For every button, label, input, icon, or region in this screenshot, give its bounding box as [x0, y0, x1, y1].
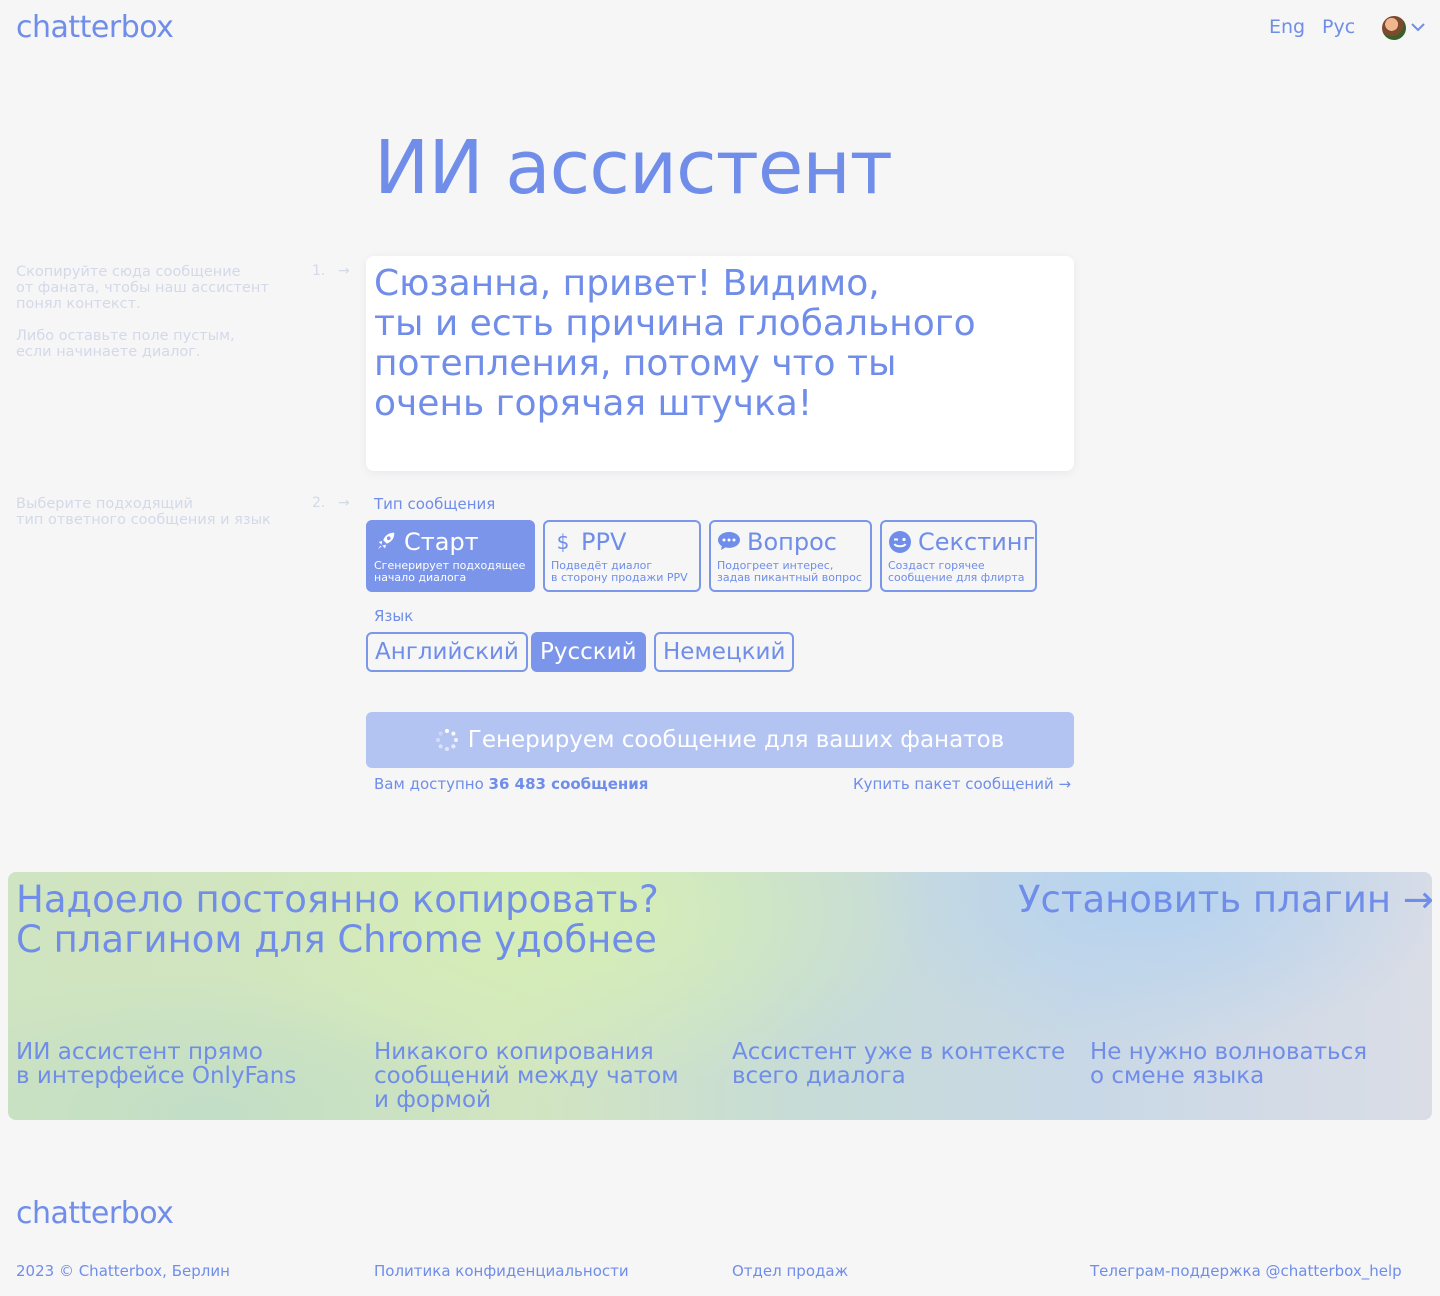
message-type-label: Тип сообщения: [374, 495, 496, 513]
type-start-button[interactable]: Старт Сгенерирует подходящее начало диал…: [366, 520, 535, 592]
banner-feature: Не нужно волноваться о смене языка: [1090, 1039, 1368, 1089]
footer-copyright: 2023 © Chatterbox, Берлин: [16, 1262, 230, 1280]
chat-bubble-icon: [717, 530, 741, 554]
step2-hint: Выберите подходящий тип ответного сообще…: [16, 496, 271, 528]
messages-available-prefix: Вам доступно: [374, 775, 489, 793]
header-logo[interactable]: chatterbox: [16, 10, 174, 45]
arrow-right-icon: →: [338, 263, 350, 279]
user-avatar[interactable]: [1382, 16, 1406, 40]
footer-logo[interactable]: chatterbox: [16, 1196, 174, 1231]
loading-spinner-icon: [435, 729, 458, 751]
type-title: Секстинг: [918, 528, 1036, 556]
type-description: Создаст горячее сообщение для флирта: [888, 559, 1025, 584]
lang-switch-rus[interactable]: Рус: [1322, 16, 1355, 38]
footer-sales-link[interactable]: Отдел продаж: [732, 1262, 848, 1280]
language-label: Язык: [374, 607, 414, 625]
buy-package-link[interactable]: Купить пакет сообщений →: [853, 775, 1071, 793]
step2-number: 2.: [312, 495, 326, 511]
wink-emoji-icon: [888, 530, 912, 554]
lang-switch-eng[interactable]: Eng: [1269, 16, 1305, 38]
arrow-right-icon: →: [338, 495, 350, 511]
type-ppv-button[interactable]: $ PPV Подведёт диалог в сторону продажи …: [543, 520, 701, 592]
step1-hint: Скопируйте сюда сообщение от фаната, что…: [16, 264, 306, 376]
fan-message-text[interactable]: Сюзанна, привет! Видимо, ты и есть причи…: [374, 264, 1064, 424]
footer-privacy-link[interactable]: Политика конфиденциальности: [374, 1262, 629, 1280]
chevron-down-icon[interactable]: [1410, 18, 1426, 37]
type-title: Вопрос: [747, 528, 837, 556]
banner-feature: Никакого копирования сообщений между чат…: [374, 1039, 679, 1113]
banner-feature: ИИ ассистент прямо в интерфейсе OnlyFans: [16, 1039, 297, 1089]
type-title: Старт: [404, 528, 479, 556]
step1-number: 1.: [312, 263, 326, 279]
type-question-button[interactable]: Вопрос Подогреет интерес, задав пикантны…: [709, 520, 872, 592]
type-description: Подогреет интерес, задав пикантный вопро…: [717, 559, 862, 584]
banner-feature: Ассистент уже в контексте всего диалога: [732, 1039, 1066, 1089]
rocket-icon: [374, 530, 398, 554]
footer-support-link[interactable]: Телеграм-поддержка @chatterbox_help: [1090, 1262, 1402, 1280]
banner-title: Надоело постоянно копировать? С плагином…: [16, 878, 659, 961]
type-sexting-button[interactable]: Секстинг Создаст горячее сообщение для ф…: [880, 520, 1037, 592]
generate-button[interactable]: Генерируем сообщение для ваших фанатов: [366, 712, 1074, 768]
install-plugin-link[interactable]: Установить плагин →: [1018, 880, 1434, 920]
type-description: Сгенерирует подходящее начало диалога: [374, 559, 526, 584]
language-german-button[interactable]: Немецкий: [654, 632, 795, 672]
type-title: PPV: [581, 528, 627, 556]
language-russian-button[interactable]: Русский: [531, 632, 646, 672]
messages-available: Вам доступно 36 483 сообщения: [374, 775, 648, 793]
messages-available-count: 36 483 сообщения: [488, 775, 649, 793]
language-english-button[interactable]: Английский: [366, 632, 528, 672]
dollar-icon: $: [556, 530, 570, 554]
page-title: ИИ ассистент: [374, 125, 893, 211]
generate-button-label: Генерируем сообщение для ваших фанатов: [467, 727, 1005, 753]
step1-hint-text-2: Либо оставьте поле пустым, если начинает…: [16, 328, 235, 360]
step1-hint-text: Скопируйте сюда сообщение от фаната, что…: [16, 264, 269, 312]
type-description: Подведёт диалог в сторону продажи PPV: [551, 559, 688, 584]
